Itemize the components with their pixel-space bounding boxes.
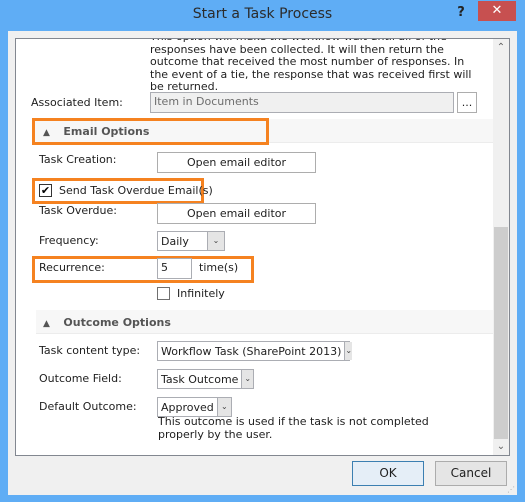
outcome-options-toggle[interactable]: ▲ Outcome Options (43, 316, 171, 329)
resize-grip-icon[interactable]: ⋰ (507, 485, 517, 495)
dialog-title: Start a Task Process (192, 6, 333, 22)
chevron-up-icon: ▲ (43, 128, 50, 138)
ok-button[interactable]: OK (352, 461, 424, 486)
recurrence-unit: time(s) (199, 261, 239, 274)
default-outcome-value: Approved (161, 401, 214, 414)
vertical-scrollbar[interactable]: ⌃ ⌄ (493, 39, 509, 455)
close-button[interactable]: ✕ (478, 1, 516, 21)
task-creation-label: Task Creation: (39, 153, 117, 166)
task-content-type-label: Task content type: (39, 344, 141, 357)
recurrence-label: Recurrence: (39, 261, 105, 274)
default-outcome-help: This outcome is used if the task is not … (158, 415, 429, 441)
scroll-up-icon[interactable]: ⌃ (493, 39, 509, 56)
close-icon: ✕ (491, 3, 503, 18)
scroll-down-icon[interactable]: ⌄ (493, 438, 509, 455)
dialog-window: Start a Task Process ? ✕ This option wil… (0, 0, 525, 502)
associated-item-label: Associated Item: (31, 96, 123, 109)
chevron-up-icon: ▲ (43, 319, 50, 329)
task-overdue-email-button[interactable]: Open email editor (157, 203, 316, 224)
dialog-client: This option will make the workflow wait … (8, 31, 517, 495)
infinitely-checkbox[interactable] (157, 287, 170, 300)
title-bar[interactable]: Start a Task Process ? ✕ (0, 0, 525, 31)
task-overdue-label: Task Overdue: (39, 204, 117, 217)
task-creation-email-button[interactable]: Open email editor (157, 152, 316, 173)
email-options-title: Email Options (63, 125, 150, 138)
options-panel: This option will make the workflow wait … (15, 38, 510, 456)
task-content-type-select[interactable]: Workflow Task (SharePoint 2013) ⌄ (157, 341, 353, 361)
chevron-down-icon: ⌄ (216, 398, 231, 416)
associated-item-browse-button[interactable]: ... (457, 92, 477, 113)
task-content-type-value: Workflow Task (SharePoint 2013) (161, 345, 342, 358)
outcome-options-title: Outcome Options (63, 316, 171, 329)
chevron-down-icon: ⌄ (207, 232, 224, 250)
associated-item-field[interactable]: Item in Documents (150, 92, 454, 113)
send-overdue-label: Send Task Overdue Email(s) (59, 184, 213, 197)
outcome-field-select[interactable]: Task Outcome ⌄ (157, 369, 254, 389)
recurrence-input[interactable]: 5 (157, 258, 192, 279)
frequency-value: Daily (161, 235, 189, 248)
email-options-toggle[interactable]: ▲ Email Options (43, 125, 149, 138)
outcome-field-label: Outcome Field: (39, 372, 122, 385)
outcome-field-value: Task Outcome (161, 373, 239, 386)
description-text: This option will make the workflow wait … (150, 39, 472, 93)
cancel-button[interactable]: Cancel (435, 461, 507, 486)
send-overdue-checkbox[interactable]: ✔ (39, 184, 52, 197)
frequency-select[interactable]: Daily ⌄ (157, 231, 225, 251)
chevron-down-icon: ⌄ (241, 370, 253, 388)
default-outcome-select[interactable]: Approved ⌄ (157, 397, 232, 417)
help-button[interactable]: ? (450, 3, 472, 23)
frequency-label: Frequency: (39, 234, 99, 247)
scroll-thumb[interactable] (494, 227, 508, 439)
default-outcome-label: Default Outcome: (39, 400, 137, 413)
chevron-down-icon: ⌄ (344, 342, 353, 360)
infinitely-label: Infinitely (177, 287, 225, 300)
